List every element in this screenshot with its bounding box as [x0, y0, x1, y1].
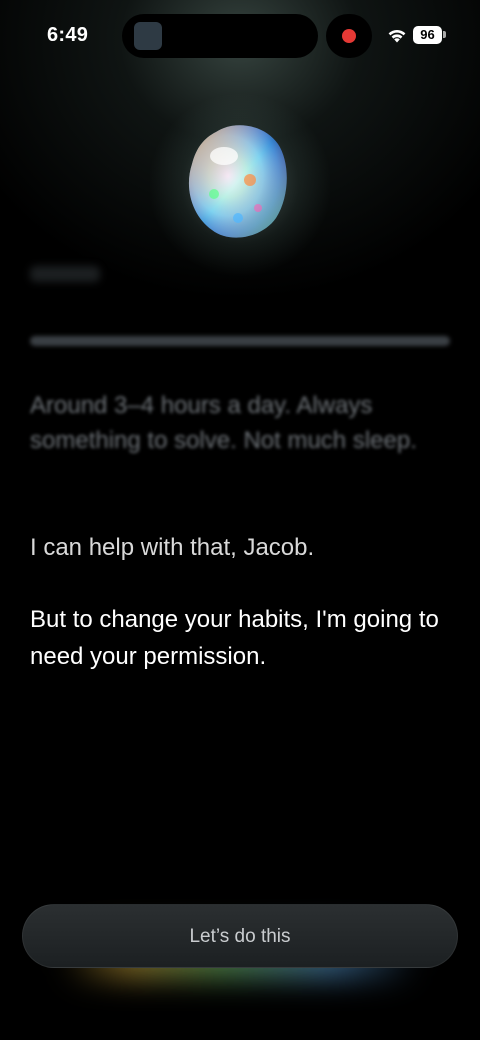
faded-previous-message: [30, 266, 100, 282]
screen-recording-indicator[interactable]: [326, 14, 372, 58]
status-time: 6:49: [47, 24, 89, 46]
user-reply-text: Around 3–4 hours a day. Always something…: [30, 392, 417, 454]
wifi-icon: [388, 29, 406, 43]
battery-icon: 96: [413, 26, 442, 44]
opal-gem-icon: [188, 125, 287, 238]
status-bar: 6:49 96: [0, 0, 480, 72]
faded-divider: [30, 336, 450, 346]
lets-do-this-button[interactable]: Let’s do this: [22, 904, 458, 968]
recording-dot-icon: [342, 29, 356, 43]
island-app-icon: [134, 22, 162, 50]
assistant-message: I can help with that, Jacob.: [30, 534, 315, 561]
dynamic-island: [122, 14, 318, 58]
onboarding-screen: 6:49 96 Around 3–4 hours a day. Always s…: [0, 0, 480, 1040]
battery-cap: [443, 31, 446, 38]
opal-avatar: [150, 90, 330, 280]
assistant-message-permission: But to change your habits, I'm going to …: [30, 606, 439, 670]
